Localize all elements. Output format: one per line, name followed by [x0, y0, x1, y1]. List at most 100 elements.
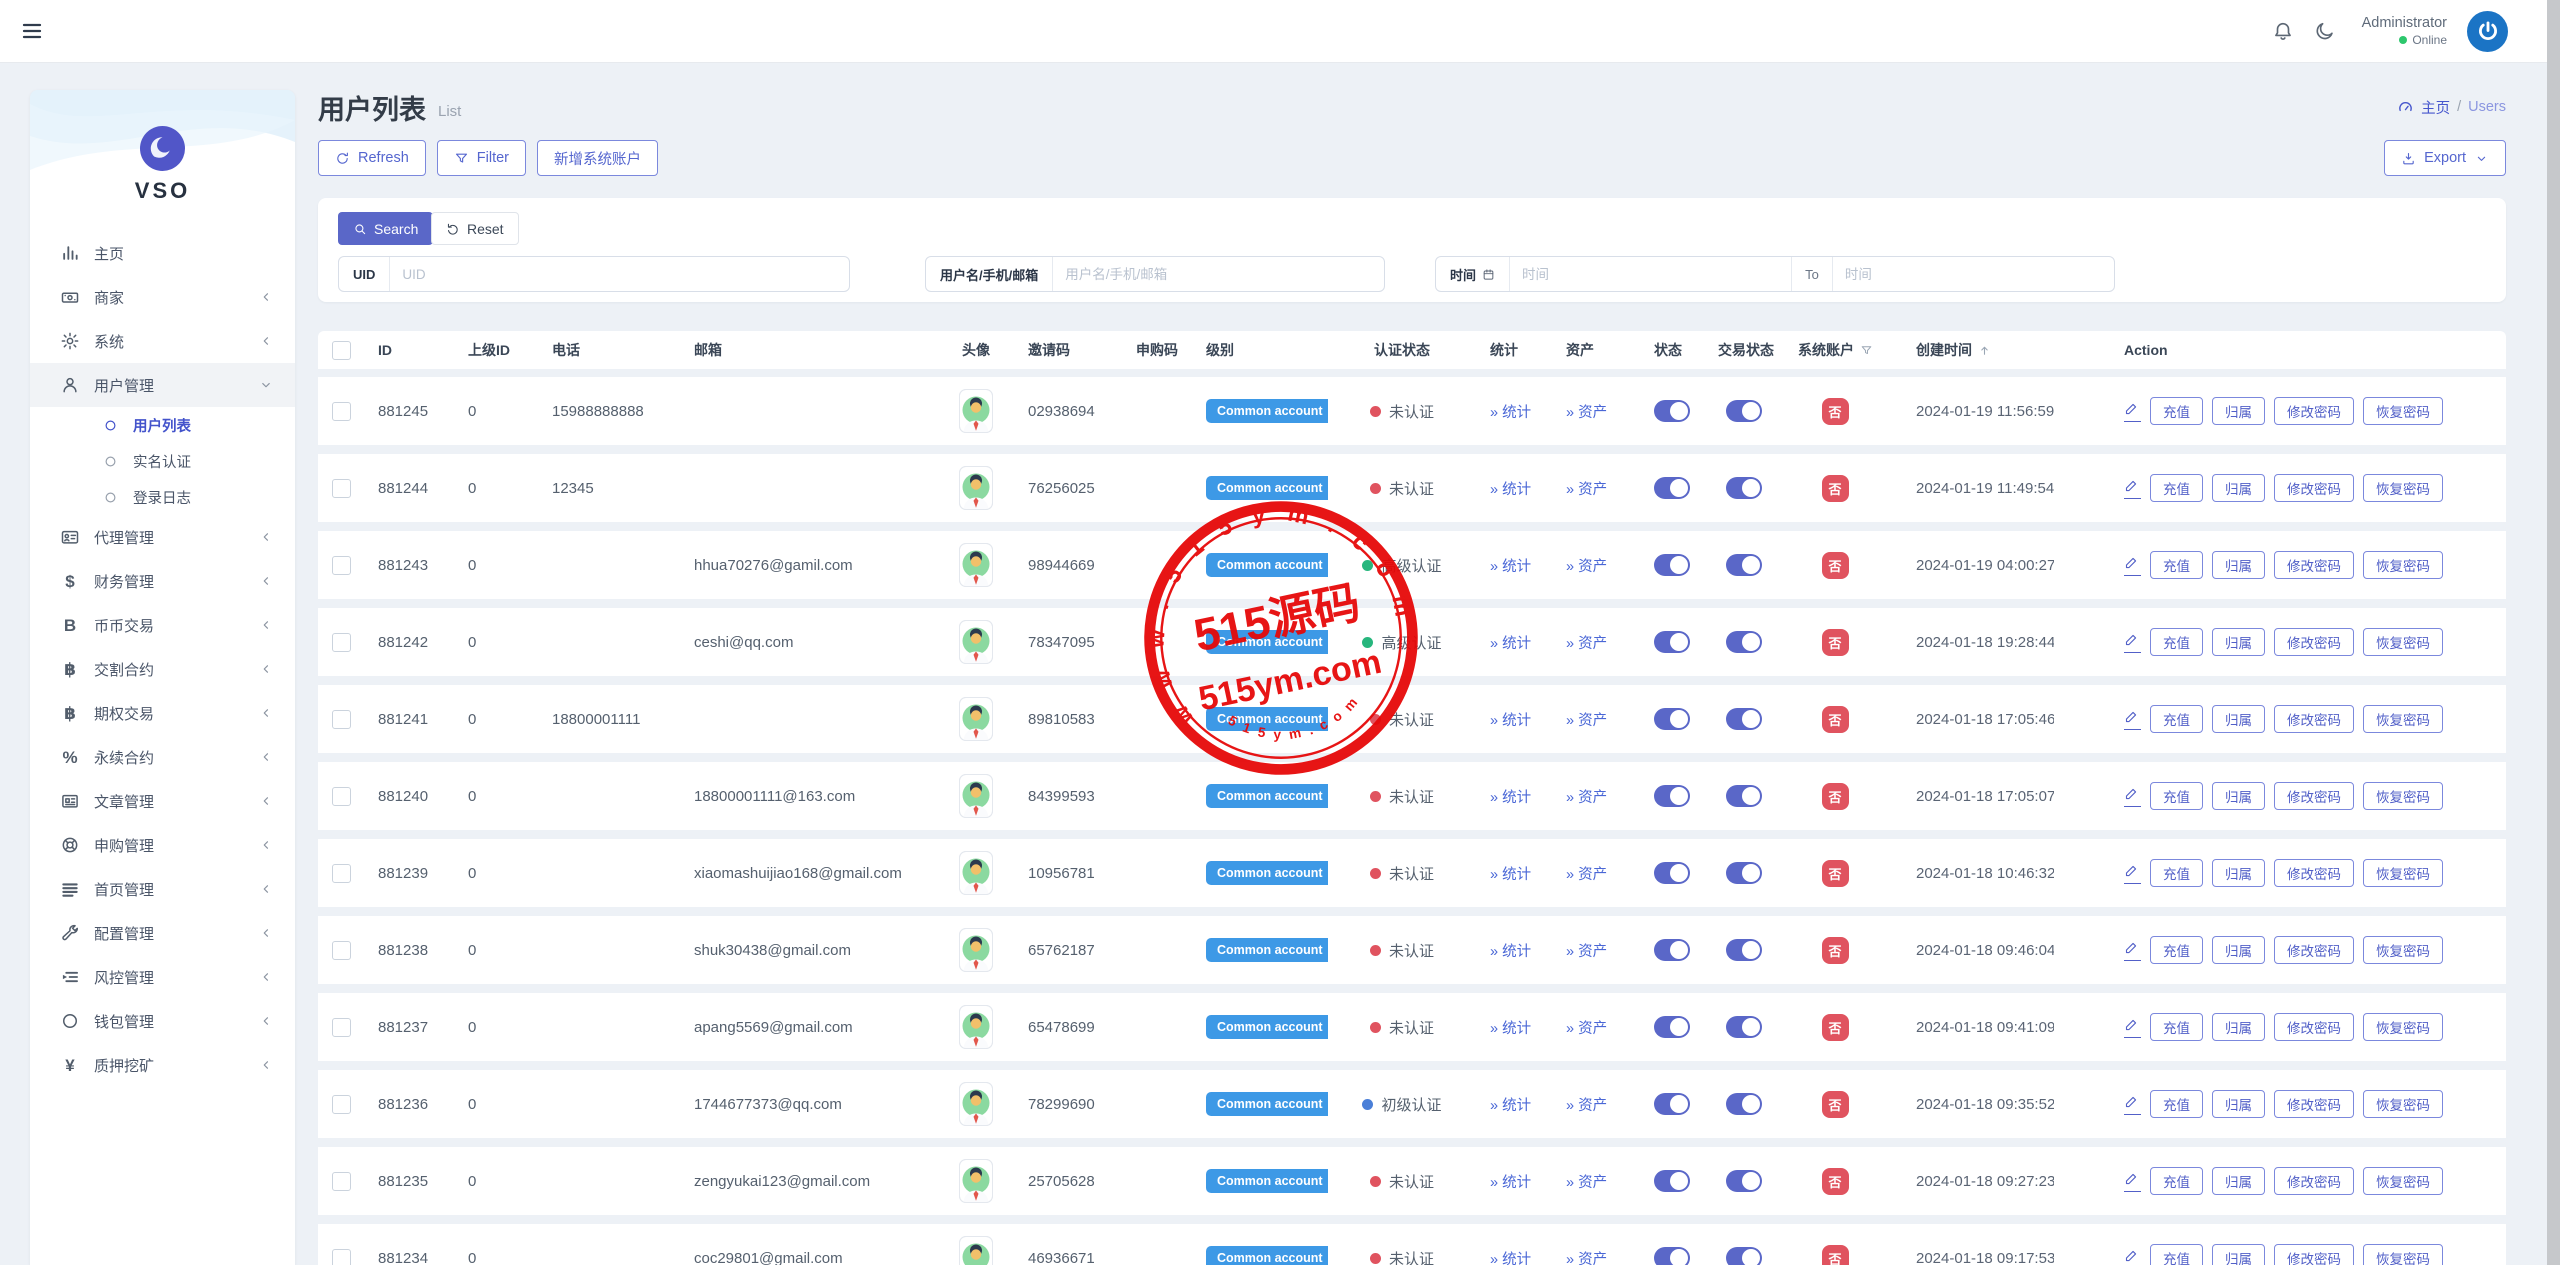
row-checkbox[interactable]: [332, 1249, 351, 1265]
status-toggle[interactable]: [1654, 554, 1690, 576]
ownership-button[interactable]: 归属: [2212, 628, 2265, 656]
stats-link[interactable]: » 统计: [1490, 401, 1531, 422]
edit-pencil-icon[interactable]: [2124, 401, 2141, 422]
ownership-button[interactable]: 归属: [2212, 1013, 2265, 1041]
add-system-account-button[interactable]: 新增系统账户: [537, 140, 658, 176]
row-checkbox[interactable]: [332, 1018, 351, 1037]
reset-button[interactable]: Reset: [431, 212, 519, 245]
ownership-button[interactable]: 归属: [2212, 551, 2265, 579]
time-end-input[interactable]: [1833, 267, 2114, 282]
sidebar-item-14[interactable]: 风控管理: [30, 955, 295, 999]
restore-password-button[interactable]: 恢复密码: [2363, 1244, 2443, 1265]
edit-pencil-icon[interactable]: [2124, 940, 2141, 961]
restore-password-button[interactable]: 恢复密码: [2363, 782, 2443, 810]
recharge-button[interactable]: 充值: [2150, 1244, 2203, 1265]
sidebar-item-5[interactable]: $ 财务管理: [30, 559, 295, 603]
trade-status-toggle[interactable]: [1726, 400, 1762, 422]
status-toggle[interactable]: [1654, 1093, 1690, 1115]
sidebar-item-8[interactable]: ฿ 期权交易: [30, 691, 295, 735]
assets-link[interactable]: » 资产: [1566, 863, 1607, 884]
select-all-checkbox[interactable]: [332, 341, 351, 360]
row-checkbox[interactable]: [332, 479, 351, 498]
change-password-button[interactable]: 修改密码: [2274, 859, 2354, 887]
edit-pencil-icon[interactable]: [2124, 478, 2141, 499]
ownership-button[interactable]: 归属: [2212, 705, 2265, 733]
hamburger-menu-icon[interactable]: [20, 19, 44, 43]
stats-link[interactable]: » 统计: [1490, 709, 1531, 730]
recharge-button[interactable]: 充值: [2150, 1090, 2203, 1118]
sidebar-item-15[interactable]: 钱包管理: [30, 999, 295, 1043]
change-password-button[interactable]: 修改密码: [2274, 705, 2354, 733]
assets-link[interactable]: » 资产: [1566, 478, 1607, 499]
edit-pencil-icon[interactable]: [2124, 1094, 2141, 1115]
sidebar-item-12[interactable]: 首页管理: [30, 867, 295, 911]
recharge-button[interactable]: 充值: [2150, 628, 2203, 656]
change-password-button[interactable]: 修改密码: [2274, 782, 2354, 810]
change-password-button[interactable]: 修改密码: [2274, 628, 2354, 656]
stats-link[interactable]: » 统计: [1490, 786, 1531, 807]
status-toggle[interactable]: [1654, 785, 1690, 807]
row-checkbox[interactable]: [332, 556, 351, 575]
export-button[interactable]: Export: [2384, 140, 2506, 176]
assets-link[interactable]: » 资产: [1566, 1171, 1607, 1192]
restore-password-button[interactable]: 恢复密码: [2363, 397, 2443, 425]
row-checkbox[interactable]: [332, 1172, 351, 1191]
edit-pencil-icon[interactable]: [2124, 709, 2141, 730]
username-input[interactable]: [1053, 267, 1384, 282]
stats-link[interactable]: » 统计: [1490, 632, 1531, 653]
refresh-button[interactable]: Refresh: [318, 140, 426, 176]
ownership-button[interactable]: 归属: [2212, 859, 2265, 887]
restore-password-button[interactable]: 恢复密码: [2363, 859, 2443, 887]
status-toggle[interactable]: [1654, 1247, 1690, 1265]
stats-link[interactable]: » 统计: [1490, 555, 1531, 576]
row-checkbox[interactable]: [332, 864, 351, 883]
edit-pencil-icon[interactable]: [2124, 555, 2141, 576]
filter-button[interactable]: Filter: [437, 140, 526, 176]
recharge-button[interactable]: 充值: [2150, 551, 2203, 579]
sidebar-item-9[interactable]: % 永续合约: [30, 735, 295, 779]
header-system-account[interactable]: 系统账户: [1784, 340, 1886, 360]
status-toggle[interactable]: [1654, 477, 1690, 499]
recharge-button[interactable]: 充值: [2150, 397, 2203, 425]
trade-status-toggle[interactable]: [1726, 1247, 1762, 1265]
change-password-button[interactable]: 修改密码: [2274, 1167, 2354, 1195]
recharge-button[interactable]: 充值: [2150, 1167, 2203, 1195]
time-start-input[interactable]: [1510, 267, 1791, 282]
sidebar-item-7[interactable]: ฿ 交割合约: [30, 647, 295, 691]
restore-password-button[interactable]: 恢复密码: [2363, 1090, 2443, 1118]
sidebar-submenu-item[interactable]: 登录日志: [30, 479, 295, 515]
assets-link[interactable]: » 资产: [1566, 940, 1607, 961]
trade-status-toggle[interactable]: [1726, 708, 1762, 730]
sidebar-item-0[interactable]: 主页: [30, 231, 295, 275]
change-password-button[interactable]: 修改密码: [2274, 936, 2354, 964]
assets-link[interactable]: » 资产: [1566, 1248, 1607, 1265]
recharge-button[interactable]: 充值: [2150, 782, 2203, 810]
status-toggle[interactable]: [1654, 400, 1690, 422]
sidebar-item-16[interactable]: ¥ 质押挖矿: [30, 1043, 295, 1087]
sidebar-item-4[interactable]: 代理管理: [30, 515, 295, 559]
ownership-button[interactable]: 归属: [2212, 397, 2265, 425]
trade-status-toggle[interactable]: [1726, 1170, 1762, 1192]
trade-status-toggle[interactable]: [1726, 1093, 1762, 1115]
user-avatar[interactable]: [2467, 11, 2508, 52]
change-password-button[interactable]: 修改密码: [2274, 474, 2354, 502]
change-password-button[interactable]: 修改密码: [2274, 1013, 2354, 1041]
trade-status-toggle[interactable]: [1726, 554, 1762, 576]
status-toggle[interactable]: [1654, 1016, 1690, 1038]
row-checkbox[interactable]: [332, 1095, 351, 1114]
vertical-scrollbar[interactable]: [2547, 0, 2560, 1265]
edit-pencil-icon[interactable]: [2124, 1017, 2141, 1038]
sidebar-submenu-item[interactable]: 实名认证: [30, 443, 295, 479]
dark-mode-moon-icon[interactable]: [2314, 20, 2336, 42]
trade-status-toggle[interactable]: [1726, 631, 1762, 653]
restore-password-button[interactable]: 恢复密码: [2363, 705, 2443, 733]
status-toggle[interactable]: [1654, 631, 1690, 653]
trade-status-toggle[interactable]: [1726, 862, 1762, 884]
sidebar-item-10[interactable]: 文章管理: [30, 779, 295, 823]
status-toggle[interactable]: [1654, 862, 1690, 884]
status-toggle[interactable]: [1654, 939, 1690, 961]
header-created-time[interactable]: 创建时间: [1886, 340, 2054, 360]
trade-status-toggle[interactable]: [1726, 785, 1762, 807]
row-checkbox[interactable]: [332, 402, 351, 421]
stats-link[interactable]: » 统计: [1490, 1248, 1531, 1265]
